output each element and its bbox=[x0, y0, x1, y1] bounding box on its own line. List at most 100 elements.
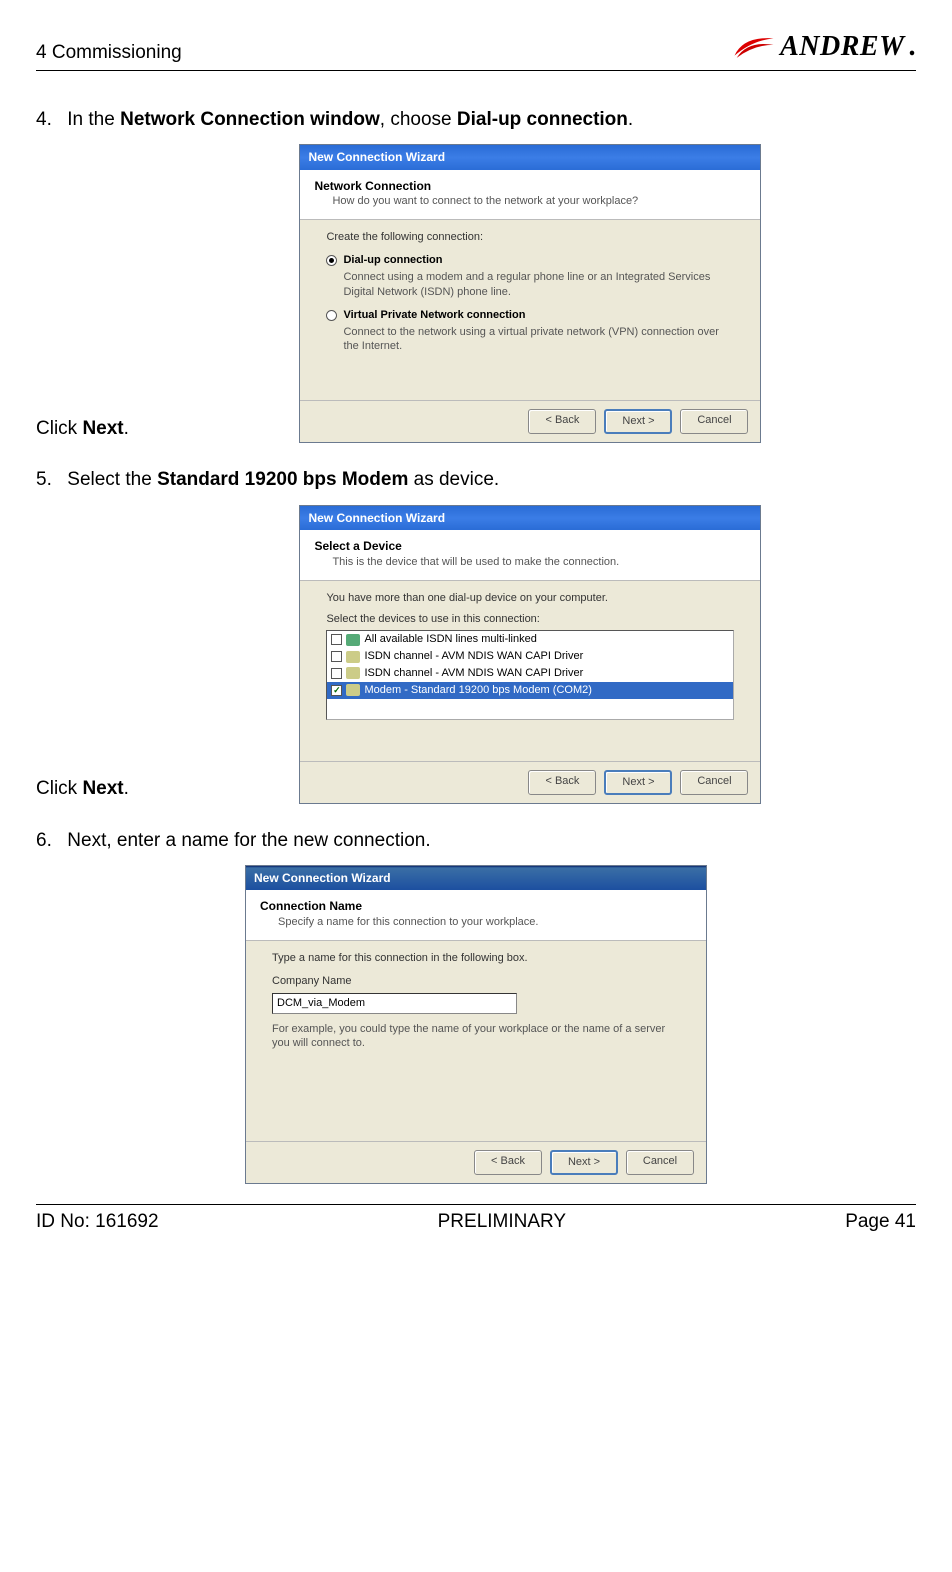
dialog-connection-name: New Connection Wizard Connection Name Sp… bbox=[245, 865, 707, 1184]
company-name-input[interactable]: DCM_via_Modem bbox=[272, 993, 517, 1014]
next-button[interactable]: Next > bbox=[604, 770, 672, 795]
dialog-footer: < Back Next > Cancel bbox=[300, 761, 760, 803]
cancel-button[interactable]: Cancel bbox=[680, 770, 748, 795]
step-5: 5. Select the Standard 19200 bps Modem a… bbox=[36, 467, 916, 807]
create-label: Create the following connection: bbox=[326, 230, 734, 245]
titlebar: New Connection Wizard bbox=[300, 506, 760, 530]
t: . bbox=[124, 418, 129, 439]
dialog-network-connection: New Connection Wizard Network Connection… bbox=[299, 144, 761, 443]
back-button[interactable]: < Back bbox=[528, 770, 596, 795]
back-button[interactable]: < Back bbox=[528, 409, 596, 434]
titlebar: New Connection Wizard bbox=[300, 145, 760, 169]
t: . bbox=[124, 778, 129, 799]
checkbox-icon bbox=[331, 634, 342, 645]
click-next-5: Click Next. bbox=[36, 776, 129, 802]
device-icon bbox=[346, 684, 360, 696]
dialog-header: Network Connection How do you want to co… bbox=[300, 170, 760, 221]
dialog-footer: < Back Next > Cancel bbox=[300, 400, 760, 442]
step-6: 6. Next, enter a name for the new connec… bbox=[36, 828, 916, 1184]
t: Click bbox=[36, 418, 82, 439]
dialog-body: You have more than one dial-up device on… bbox=[300, 581, 760, 761]
list-item[interactable]: All available ISDN lines multi-linked bbox=[327, 631, 733, 648]
brand-dot: . bbox=[909, 28, 917, 66]
device-listbox[interactable]: All available ISDN lines multi-linked IS… bbox=[326, 630, 734, 720]
option-desc: Connect using a modem and a regular phon… bbox=[343, 270, 734, 300]
dialog-footer: < Back Next > Cancel bbox=[246, 1141, 706, 1183]
dialog-title: New Connection Wizard bbox=[308, 510, 445, 526]
next-button[interactable]: Next > bbox=[550, 1150, 618, 1175]
device-icon bbox=[346, 651, 360, 663]
radio-icon bbox=[326, 255, 337, 266]
step-number: 5. bbox=[36, 467, 62, 493]
titlebar: New Connection Wizard bbox=[246, 866, 706, 890]
step-text: Select the Standard 19200 bps Modem as d… bbox=[67, 469, 499, 490]
list-item[interactable]: ISDN channel - AVM NDIS WAN CAPI Driver bbox=[327, 665, 733, 682]
body-line: You have more than one dial-up device on… bbox=[326, 591, 734, 606]
brand-name: ANDREW bbox=[780, 28, 904, 66]
page-header: 4 Commissioning ANDREW. bbox=[36, 28, 916, 71]
dialog-heading: Select a Device bbox=[314, 539, 401, 553]
item-label: Modem - Standard 19200 bps Modem (COM2) bbox=[364, 683, 591, 698]
t: . bbox=[628, 109, 633, 130]
body-line: Type a name for this connection in the f… bbox=[272, 951, 680, 966]
item-label: ISDN channel - AVM NDIS WAN CAPI Driver bbox=[364, 649, 583, 664]
radio-vpn[interactable]: Virtual Private Network connection bbox=[326, 308, 734, 323]
step-number: 4. bbox=[36, 107, 62, 133]
t-bold: Next bbox=[82, 418, 123, 439]
back-button[interactable]: < Back bbox=[474, 1150, 542, 1175]
item-label: All available ISDN lines multi-linked bbox=[364, 632, 536, 647]
page-number: Page 41 bbox=[845, 1209, 916, 1235]
dialog-body: Type a name for this connection in the f… bbox=[246, 941, 706, 1141]
checkbox-icon bbox=[331, 685, 342, 696]
doc-id: ID No: 161692 bbox=[36, 1209, 159, 1235]
dialog-subtitle: How do you want to connect to the networ… bbox=[332, 194, 746, 209]
t: as device. bbox=[408, 469, 499, 490]
dialog-subtitle: This is the device that will be used to … bbox=[332, 555, 746, 570]
item-label: ISDN channel - AVM NDIS WAN CAPI Driver bbox=[364, 666, 583, 681]
swoosh-icon bbox=[732, 34, 776, 60]
next-button[interactable]: Next > bbox=[604, 409, 672, 434]
radio-dialup[interactable]: Dial-up connection bbox=[326, 253, 734, 268]
t-bold: Next bbox=[82, 778, 123, 799]
dialog-heading: Network Connection bbox=[314, 179, 431, 193]
checkbox-icon bbox=[331, 668, 342, 679]
page-footer: ID No: 161692 PRELIMINARY Page 41 bbox=[36, 1204, 916, 1235]
doc-status: PRELIMINARY bbox=[438, 1209, 566, 1235]
click-next-4: Click Next. bbox=[36, 416, 129, 442]
cancel-button[interactable]: Cancel bbox=[680, 409, 748, 434]
dialog-title: New Connection Wizard bbox=[254, 870, 391, 886]
t: , choose bbox=[380, 109, 457, 130]
dialog-title: New Connection Wizard bbox=[308, 149, 445, 165]
t-bold: Dial-up connection bbox=[457, 109, 628, 130]
step-text: In the Network Connection window, choose… bbox=[67, 109, 633, 130]
step-text: Next, enter a name for the new connectio… bbox=[67, 830, 430, 851]
option-label: Dial-up connection bbox=[343, 253, 442, 268]
t: Click bbox=[36, 778, 82, 799]
field-label: Company Name bbox=[272, 974, 680, 989]
dialog-header: Connection Name Specify a name for this … bbox=[246, 890, 706, 941]
checkbox-icon bbox=[331, 651, 342, 662]
dialog-header: Select a Device This is the device that … bbox=[300, 530, 760, 581]
t-bold: Standard 19200 bps Modem bbox=[157, 469, 408, 490]
step-4: 4. In the Network Connection window, cho… bbox=[36, 107, 916, 447]
step-number: 6. bbox=[36, 828, 62, 854]
dialog-body: Create the following connection: Dial-up… bbox=[300, 220, 760, 400]
t: In the bbox=[67, 109, 120, 130]
t: Select the bbox=[67, 469, 157, 490]
list-item[interactable]: ISDN channel - AVM NDIS WAN CAPI Driver bbox=[327, 648, 733, 665]
option-label: Virtual Private Network connection bbox=[343, 308, 525, 323]
body-line: Select the devices to use in this connec… bbox=[326, 612, 734, 627]
dialog-select-device: New Connection Wizard Select a Device Th… bbox=[299, 505, 761, 804]
section-title: 4 Commissioning bbox=[36, 40, 182, 66]
field-note: For example, you could type the name of … bbox=[272, 1022, 680, 1052]
radio-icon bbox=[326, 310, 337, 321]
option-desc: Connect to the network using a virtual p… bbox=[343, 325, 734, 355]
device-icon bbox=[346, 634, 360, 646]
t-bold: Network Connection window bbox=[120, 109, 380, 130]
dialog-subtitle: Specify a name for this connection to yo… bbox=[278, 915, 692, 930]
list-item-selected[interactable]: Modem - Standard 19200 bps Modem (COM2) bbox=[327, 682, 733, 699]
dialog-heading: Connection Name bbox=[260, 899, 362, 913]
device-icon bbox=[346, 667, 360, 679]
t: Next, enter a name for the new connectio… bbox=[67, 830, 430, 851]
cancel-button[interactable]: Cancel bbox=[626, 1150, 694, 1175]
